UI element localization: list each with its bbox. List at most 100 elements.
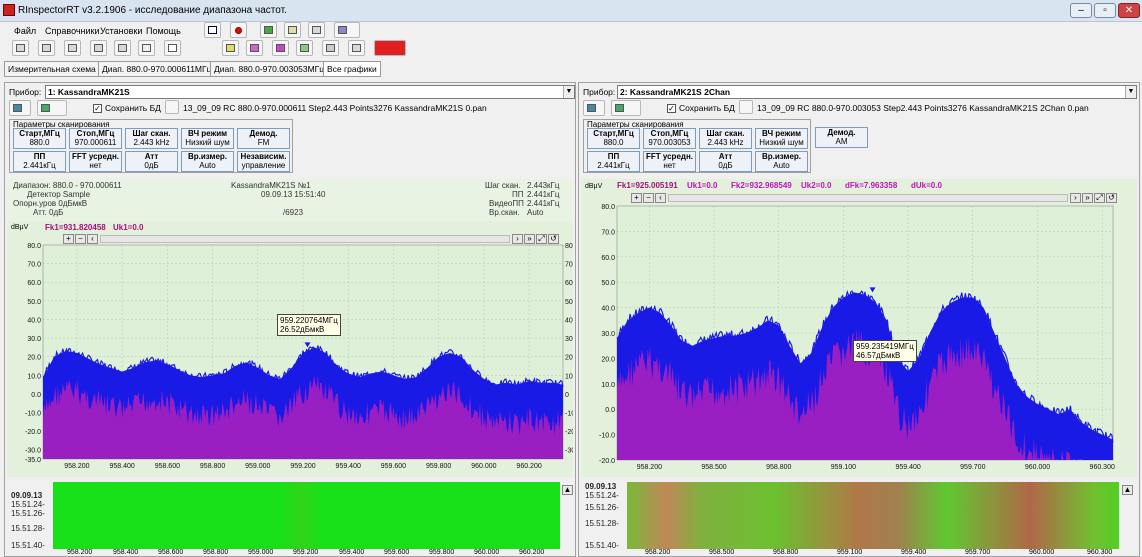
toolbar-chart-icon[interactable] <box>272 40 289 56</box>
file-name: 13_09_09 RC 880.0-970.003053 Step2.443 P… <box>757 103 1089 113</box>
toolbar-spectrum-icon[interactable] <box>246 40 263 56</box>
close-button[interactable]: ✕ <box>1118 3 1140 18</box>
toolbar-export-button[interactable] <box>284 22 301 38</box>
info-ref-level: Опорн.уров 0дБмкВ <box>13 199 88 208</box>
device-connect-icon[interactable] <box>583 100 605 116</box>
toolbar-device-icon[interactable] <box>38 40 55 56</box>
param-step[interactable]: Шаг скан. 2.443 kHz <box>125 128 178 149</box>
minimize-button[interactable]: – <box>1070 3 1092 18</box>
tab-all-graphs[interactable]: Все графики <box>323 61 381 77</box>
param-att-title: Атт <box>144 152 159 161</box>
toolbar-antenna-icon[interactable] <box>164 40 181 56</box>
y-tick-label: -35.0 <box>25 457 41 464</box>
device-select[interactable]: 2: KassandraMK21S 2Chan ▼ <box>617 85 1137 99</box>
param-demod-title: Демод. <box>249 129 278 138</box>
device-select[interactable]: 1: KassandraMK21S ▼ <box>45 85 575 99</box>
param-bw-title: ПП <box>33 152 46 161</box>
right-waterfall-image[interactable] <box>627 482 1119 549</box>
app-icon <box>3 4 15 16</box>
toolbar-run-button[interactable] <box>204 22 221 38</box>
param-step[interactable]: Шаг скан. 2.443 kHz <box>699 128 752 149</box>
y-tick-label-right: -20 <box>565 429 573 436</box>
y-tick-label: 0.0 <box>605 407 615 414</box>
x-tick-label: 958.800 <box>200 463 225 470</box>
toolbar-record-button[interactable] <box>230 22 247 38</box>
param-rf-title: ВЧ режим <box>761 129 802 138</box>
param-demod-value: AM <box>835 137 848 146</box>
param-meas-time[interactable]: Вр.измер. Auto <box>181 151 234 172</box>
info-range: Диапазон: 880.0 - 970.000611 <box>13 181 122 190</box>
param-demod[interactable]: Демод. AM <box>815 127 868 148</box>
param-independent[interactable]: Независим. управление <box>237 151 290 172</box>
toolbar-new-icon[interactable] <box>12 40 29 56</box>
param-bw[interactable]: ПП 2.441кГц <box>13 151 66 172</box>
param-stop[interactable]: Стоп,МГц 970.000611 <box>69 128 122 149</box>
x-tick-label: 960.300 <box>1090 464 1115 471</box>
toolbar-signal-icon[interactable] <box>374 40 406 56</box>
param-start[interactable]: Старт,МГц 880.0 <box>13 128 66 149</box>
left-wf-scroll-up-icon[interactable]: ▲ <box>562 485 573 495</box>
y-tick-label-right: 60 <box>565 280 573 287</box>
y-tick-label-right: 50 <box>565 299 573 306</box>
device-connect-icon[interactable] <box>9 100 31 116</box>
file-icon[interactable] <box>739 100 753 114</box>
device-list-icon[interactable] <box>611 100 641 116</box>
left-wf-xtick: 959.800 <box>429 549 455 556</box>
device-list-icon[interactable] <box>37 100 67 116</box>
toolbar-tools-dropdown[interactable] <box>334 22 360 38</box>
y-tick-label: 70.0 <box>601 229 615 236</box>
tab-range-1[interactable]: Диап. 880.0-970.000611МГц <box>98 61 216 77</box>
toolbar-book-icon[interactable] <box>64 40 81 56</box>
param-att[interactable]: Атт 0дБ <box>125 151 178 172</box>
menu-file[interactable]: Файл <box>14 26 36 36</box>
left-pane: Прибор: 1: KassandraMK21S ▼ ✓ Сохранить … <box>4 82 576 557</box>
chevron-down-icon[interactable]: ▼ <box>563 86 574 98</box>
device-select-value: 1: KassandraMK21S <box>48 87 130 97</box>
left-spectrum-chart[interactable]: 80.0 70.0 60.0 50.0 40.0 30.0 20.0 10.0 0.0 -10.0… <box>7 221 573 477</box>
tab-range-2[interactable]: Диап. 880.0-970.003053МГц <box>210 61 329 77</box>
param-rf-mode[interactable]: ВЧ режим Низкий шум <box>755 128 808 149</box>
info-panel: Диапазон: 880.0 - 970.000611 Детектор Sa… <box>7 179 573 221</box>
right-wf-xtick: 960.300 <box>1087 549 1113 556</box>
right-spectrum-chart[interactable]: 80.0 70.0 60.0 50.0 40.0 30.0 20.0 10.0 0.0 -10.0… <box>581 179 1137 477</box>
chevron-down-icon[interactable]: ▼ <box>1125 86 1136 98</box>
param-step-value: 2.443 kHz <box>133 138 170 147</box>
param-bw-value: 2.441кГц <box>597 161 630 170</box>
toolbar-window-icon[interactable] <box>296 40 313 56</box>
param-demod[interactable]: Демод. FM <box>237 128 290 149</box>
toolbar-doc-icon[interactable] <box>138 40 155 56</box>
param-att-value: 0дБ <box>718 161 733 170</box>
toolbar-grid-button[interactable] <box>260 22 277 38</box>
param-stop[interactable]: Стоп,МГц 970.003053 <box>643 128 696 149</box>
toolbar-list-icon[interactable] <box>114 40 131 56</box>
window-title: RInspectorRT v3.2.1906 - исследование ди… <box>18 5 287 16</box>
right-wf-xtick: 959.400 <box>901 549 927 556</box>
toolbar-copy-icon[interactable] <box>90 40 107 56</box>
menu-help[interactable]: Помощь <box>146 26 181 36</box>
file-icon[interactable] <box>165 100 179 114</box>
param-start[interactable]: Старт,МГц 880.0 <box>587 128 640 149</box>
menu-references[interactable]: Справочники <box>45 26 100 36</box>
toolbar-network-button[interactable] <box>308 22 325 38</box>
param-fft[interactable]: FFT усредн. нет <box>643 151 696 172</box>
save-db-checkbox[interactable]: ✓ <box>667 104 676 113</box>
param-meas-time[interactable]: Вр.измер. Auto <box>755 151 808 172</box>
right-wf-axis: 958.200 958.500 958.800 959.100 959.400 … <box>627 549 1119 556</box>
y-tick-label-right: 0 <box>565 392 569 399</box>
maximize-button[interactable]: ▫ <box>1094 3 1116 18</box>
save-db-checkbox[interactable]: ✓ <box>93 104 102 113</box>
left-peak-tooltip: 959.220764МГц 26.52дБмкВ <box>277 314 341 336</box>
right-wf-scroll-up-icon[interactable]: ▲ <box>1122 485 1133 495</box>
y-tick-label-right: 70 <box>565 262 573 269</box>
right-wf-xtick: 958.800 <box>773 549 799 556</box>
toolbar-delete-icon[interactable] <box>348 40 365 56</box>
param-rf-mode[interactable]: ВЧ режим Низкий шум <box>181 128 234 149</box>
param-bw[interactable]: ПП 2.441кГц <box>587 151 640 172</box>
tab-measurement-scheme[interactable]: Измерительная схема <box>4 61 100 77</box>
toolbar-link-icon[interactable] <box>222 40 239 56</box>
menu-settings[interactable]: Установки <box>100 26 142 36</box>
param-fft[interactable]: FFT усредн. нет <box>69 151 122 172</box>
param-att[interactable]: Атт 0дБ <box>699 151 752 172</box>
left-waterfall-image[interactable] <box>53 482 560 549</box>
toolbar-panel-icon[interactable] <box>322 40 339 56</box>
